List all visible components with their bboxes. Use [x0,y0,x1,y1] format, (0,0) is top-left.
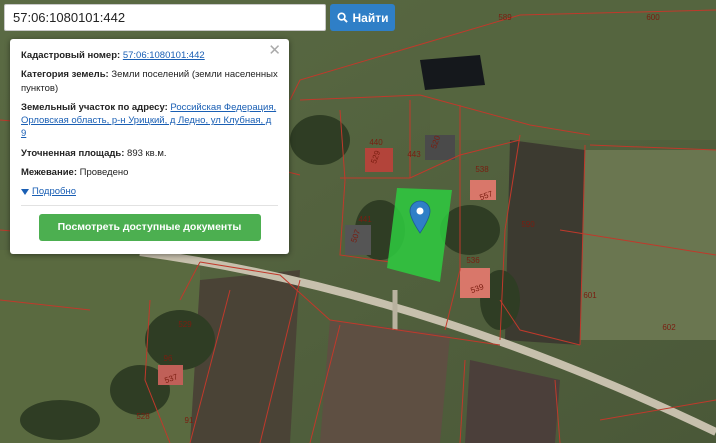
parcel-label: 441 [358,215,372,224]
cadastral-link[interactable]: 57:06:1080101:442 [123,50,205,61]
parcel-label: 600 [646,13,660,22]
divider [21,204,278,206]
search-icon [336,12,348,23]
search-box[interactable] [4,4,326,31]
parcel-label: 602 [662,323,676,332]
search-button[interactable]: Найти [330,4,395,31]
parcel-label: 590 [521,220,535,229]
survey-value: Проведено [79,167,129,179]
search-button-label: Найти [352,10,389,25]
survey-label: Межевание: [21,167,77,179]
roof [420,55,485,90]
address-label: Земельный участок по адресу: [21,101,168,113]
parcel-label: 529 [178,320,192,329]
plowed-field [320,320,450,443]
parcel-label: 536 [466,256,480,265]
category-label: Категория земель: [21,69,109,81]
area-value: 893 кв.м. [127,147,167,159]
view-documents-button[interactable]: Посмотреть доступные документы [38,213,261,241]
parcel-info-popup: ✕ Кадастровый номер: 57:06:1080101:442 К… [10,39,289,254]
parcel-label: 440 [369,138,383,147]
cadastral-label: Кадастровый номер: [21,50,121,61]
more-details-label: Подробно [32,186,76,198]
survey-row: Межевание: Проведено [21,166,278,179]
more-details-link[interactable]: Подробно [21,185,278,198]
parcel-label: 443 [407,150,421,159]
parcel-label: 528 [136,412,150,421]
parcel-label: 538 [475,165,489,174]
close-icon[interactable]: ✕ [268,43,281,58]
area-row: Уточненная площадь: 893 кв.м. [21,147,278,160]
parcel-label: 601 [583,291,597,300]
parcel-label: 91 [185,416,194,425]
parcel-label: 96 [164,354,173,363]
address-row: Земельный участок по адресу: Российская … [21,101,278,141]
category-row: Категория земель: Земли поселений (земли… [21,68,278,95]
triangle-down-icon [21,189,29,196]
search-input[interactable] [5,5,325,30]
area-label: Уточненная площадь: [21,147,125,159]
parcel-label: 589 [498,13,512,22]
cadastral-row: Кадастровый номер: 57:06:1080101:442 [21,49,278,62]
